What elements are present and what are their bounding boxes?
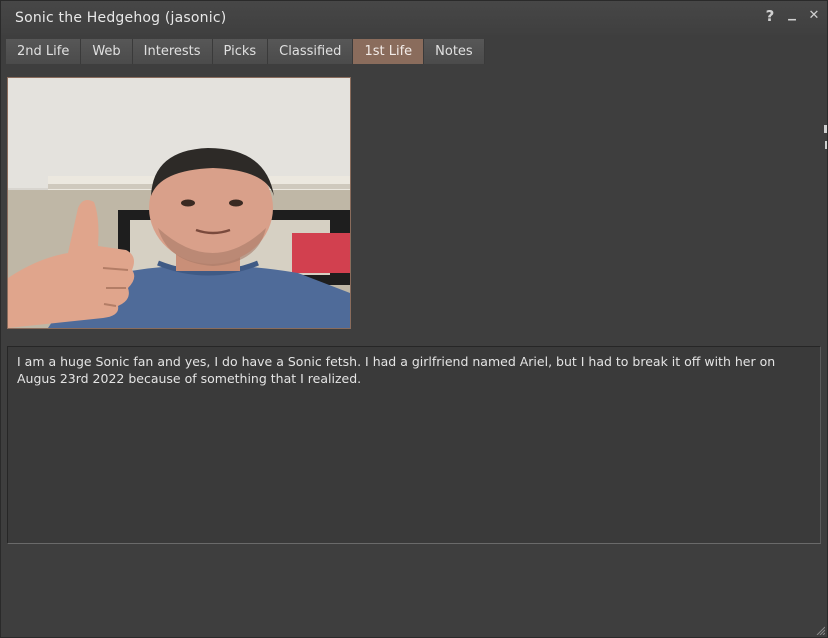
window-title: Sonic the Hedgehog (jasonic) xyxy=(15,10,227,26)
title-bar[interactable]: Sonic the Hedgehog (jasonic) ? ▁ ✕ xyxy=(1,1,827,35)
about-first-life-text[interactable]: I am a huge Sonic fan and yes, I do have… xyxy=(7,346,821,544)
tab-2nd-life[interactable]: 2nd Life xyxy=(6,39,82,64)
edge-marker xyxy=(824,125,827,133)
tab-classified[interactable]: Classified xyxy=(268,39,354,64)
edge-marker xyxy=(825,141,827,149)
first-life-photo[interactable] xyxy=(7,77,351,329)
photo-image xyxy=(8,78,350,328)
close-icon[interactable]: ✕ xyxy=(807,8,821,24)
tab-web[interactable]: Web xyxy=(81,39,133,64)
resize-grip-icon[interactable] xyxy=(815,625,825,635)
window-controls: ? ▁ ✕ xyxy=(763,8,821,24)
tab-notes[interactable]: Notes xyxy=(424,39,485,64)
minimize-icon[interactable]: ▁ xyxy=(785,8,799,24)
help-icon[interactable]: ? xyxy=(763,8,777,24)
profile-tabs: 2nd Life Web Interests Picks Classified … xyxy=(6,39,485,64)
tab-interests[interactable]: Interests xyxy=(132,39,213,64)
tab-picks[interactable]: Picks xyxy=(212,39,269,64)
profile-window: Sonic the Hedgehog (jasonic) ? ▁ ✕ 2nd L… xyxy=(0,0,828,638)
tab-1st-life[interactable]: 1st Life xyxy=(353,39,425,64)
